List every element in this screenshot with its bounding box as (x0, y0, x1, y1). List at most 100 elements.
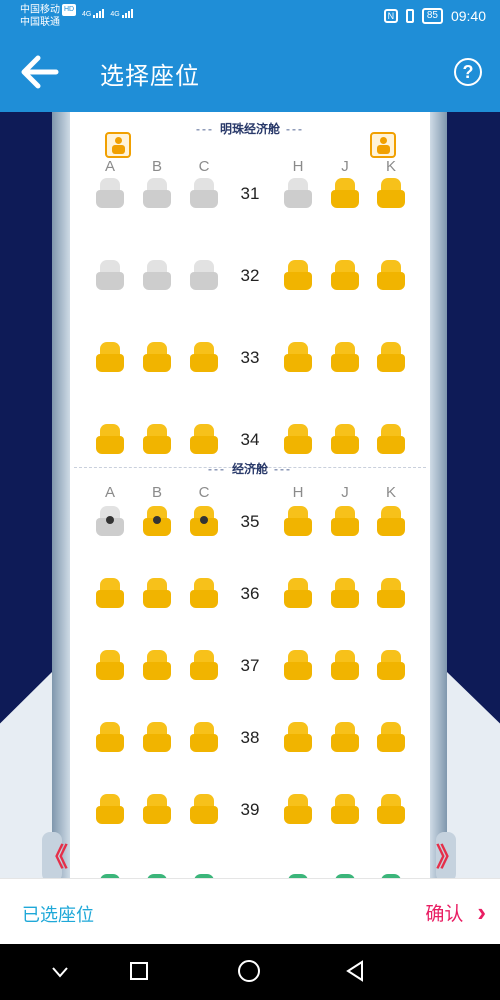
status-right: N 85 09:40 (383, 8, 486, 24)
column-letter: C (198, 158, 210, 175)
section-header: --- 经济舱 --- (207, 462, 292, 476)
selected-seats-label[interactable]: 已选座位 (22, 901, 94, 927)
row-number: 35 (240, 512, 260, 531)
seat-37-H[interactable] (284, 650, 312, 680)
column-letter: K (385, 484, 396, 501)
help-button[interactable]: ? (454, 58, 482, 86)
row-number: 39 (240, 800, 260, 819)
seat-32-A (96, 260, 124, 290)
signal-icons: 4G 4G (82, 9, 133, 18)
seat-35-K[interactable] (377, 506, 405, 536)
seat-34-C[interactable] (190, 424, 218, 454)
row-number: 38 (240, 728, 260, 747)
seat-37-C[interactable] (190, 650, 218, 680)
seat-34-J[interactable] (331, 424, 359, 454)
section-title: 经济舱 (231, 462, 268, 476)
seat-39-H[interactable] (284, 794, 312, 824)
vibrate-icon (405, 9, 414, 23)
hd-badge: HD (62, 4, 77, 16)
seat-38-K[interactable] (377, 722, 405, 752)
seat-36-J[interactable] (331, 578, 359, 608)
seat-37-A[interactable] (96, 650, 124, 680)
seat-38-A[interactable] (96, 722, 124, 752)
nfc-icon: N (383, 9, 398, 23)
fuselage-wall-right (430, 112, 447, 878)
seat-33-B[interactable] (143, 342, 171, 372)
seat-38-C[interactable] (190, 722, 218, 752)
seat-35-B[interactable] (143, 506, 171, 536)
seat-33-C[interactable] (190, 342, 218, 372)
circle-nav-icon[interactable] (238, 960, 260, 982)
seat-32-J[interactable] (331, 260, 359, 290)
section-title: 明珠经济舱 (219, 122, 280, 136)
passenger-icon (200, 516, 208, 524)
seat-38-B[interactable] (143, 722, 171, 752)
column-letter: J (341, 484, 349, 501)
bottom-bar: 已选座位 确认 › (0, 878, 500, 945)
seat-36-K[interactable] (377, 578, 405, 608)
seat-36-A[interactable] (96, 578, 124, 608)
seat-31-K[interactable] (377, 178, 405, 208)
column-letter: C (198, 484, 210, 501)
seat-36-B[interactable] (143, 578, 171, 608)
seat-39-J[interactable] (331, 794, 359, 824)
seat-37-K[interactable] (377, 650, 405, 680)
clock: 09:40 (450, 8, 486, 24)
exit-right-icon: 》 (436, 832, 462, 878)
row-number: 37 (240, 656, 260, 675)
seat-36-H[interactable] (284, 578, 312, 608)
seat-32-H[interactable] (284, 260, 312, 290)
seat-34-A[interactable] (96, 424, 124, 454)
passenger-icon (153, 516, 161, 524)
seat-33-J[interactable] (331, 342, 359, 372)
chevron-down-icon[interactable] (50, 962, 70, 982)
seat-34-H[interactable] (284, 424, 312, 454)
seat-39-B[interactable] (143, 794, 171, 824)
seat-35-J[interactable] (331, 506, 359, 536)
carrier-1: 中国移动 (20, 4, 60, 16)
row-number: 32 (240, 266, 260, 285)
carrier-2: 中国联通 (20, 16, 60, 28)
arrow-left-icon (21, 55, 59, 89)
square-nav-icon[interactable] (130, 962, 148, 980)
seat-39-K[interactable] (377, 794, 405, 824)
carrier-info: 中国移动 HD 中国联通 (20, 4, 77, 29)
row-number: 34 (240, 430, 260, 449)
column-letter: B (151, 484, 162, 501)
triangle-back-icon[interactable] (345, 960, 365, 982)
seat-37-B[interactable] (143, 650, 171, 680)
seat-32-K[interactable] (377, 260, 405, 290)
passenger-icon (106, 516, 114, 524)
column-letter: A (104, 158, 115, 175)
signal-icon: 4G (110, 9, 133, 18)
battery-icon: 85 (421, 8, 443, 24)
seat-33-K[interactable] (377, 342, 405, 372)
seat-map[interactable]: 《 》 --- 明珠经济舱 --- --- 经济舱 --- A B C H J K A B C H J K 31… (0, 112, 500, 878)
seat-33-A[interactable] (96, 342, 124, 372)
seat-35-H[interactable] (284, 506, 312, 536)
confirm-button[interactable]: 确认 › (425, 897, 486, 928)
seat-31-A (96, 178, 124, 208)
seat-33-H[interactable] (284, 342, 312, 372)
seat-35-C[interactable] (190, 506, 218, 536)
confirm-label: 确认 (425, 904, 464, 925)
fuselage-wall-left (52, 112, 70, 878)
row-number: 31 (240, 184, 260, 203)
seat-34-B[interactable] (143, 424, 171, 454)
seat-38-J[interactable] (331, 722, 359, 752)
column-letter: A (104, 484, 115, 501)
page-title: 选择座位 (100, 63, 200, 90)
seat-31-J[interactable] (331, 178, 359, 208)
exit-left-icon: 《 (42, 832, 68, 878)
seat-31-B (143, 178, 171, 208)
seat-39-C[interactable] (190, 794, 218, 824)
nav-bar (0, 944, 500, 1000)
seat-38-H[interactable] (284, 722, 312, 752)
column-letter: H (292, 484, 304, 501)
seat-36-C[interactable] (190, 578, 218, 608)
signal-icon: 4G (82, 9, 105, 18)
back-button[interactable] (20, 54, 60, 90)
seat-34-K[interactable] (377, 424, 405, 454)
seat-37-J[interactable] (331, 650, 359, 680)
seat-39-A[interactable] (96, 794, 124, 824)
